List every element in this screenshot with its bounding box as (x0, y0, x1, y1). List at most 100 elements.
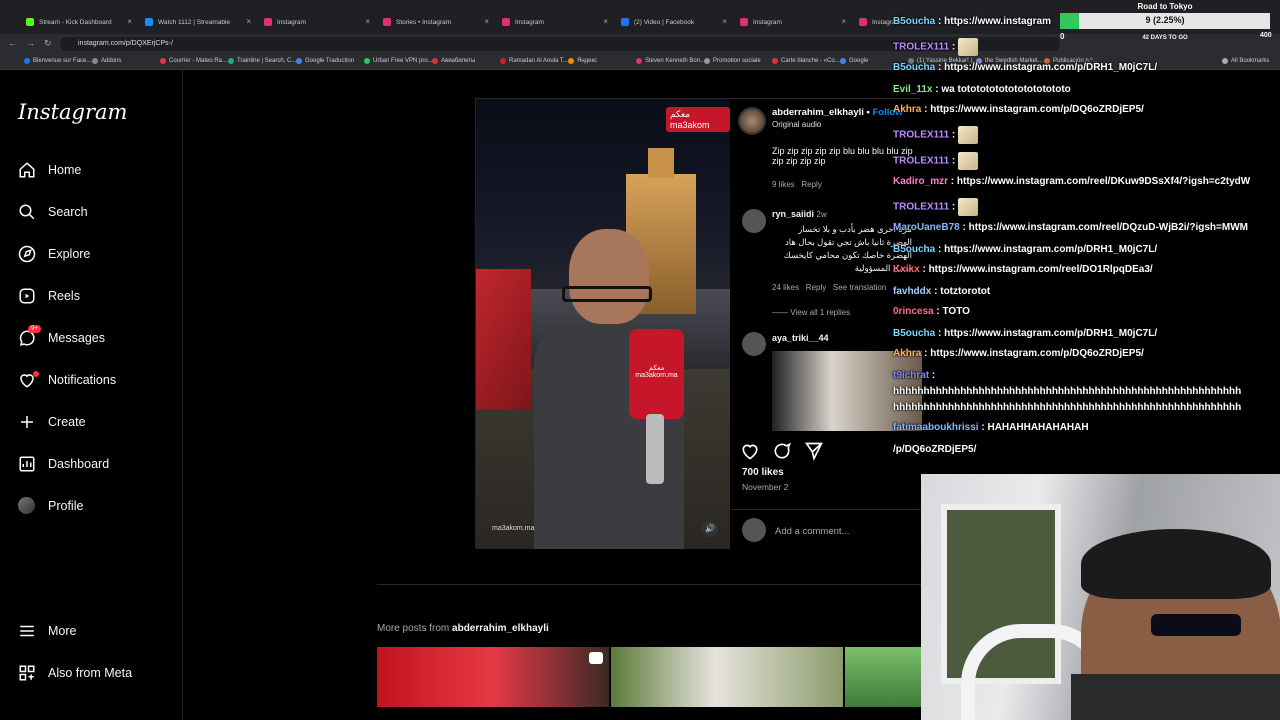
video-channel-logo: معكم ma3akom (666, 107, 730, 132)
chat-message: t9ichrat : (893, 370, 935, 381)
comment-likes[interactable]: 9 likes (772, 180, 795, 189)
chat-username[interactable]: B5oucha (893, 62, 935, 73)
chat-username[interactable]: Kadiro_mzr (893, 176, 948, 187)
back-icon[interactable]: ← (8, 38, 17, 48)
streamer-hair (1081, 529, 1271, 599)
chat-username[interactable]: fatimaaboukhrissi (893, 422, 979, 433)
chat-username[interactable]: TROLEX111 (893, 156, 949, 167)
nav-item-profile[interactable]: Profile (18, 494, 83, 518)
more-post-thumbnail[interactable] (377, 647, 609, 707)
browser-tab[interactable]: (2) Video | Facebook × (615, 14, 727, 30)
nav-item-dashboard[interactable]: Dashboard (18, 452, 109, 476)
chat-message: /p/DQ6oZRDjEP5/ (893, 444, 976, 455)
tab-close-icon[interactable]: × (484, 17, 489, 26)
bookmark-item[interactable]: Steven Kenneth Bon... (636, 58, 705, 64)
chat-username[interactable]: TROLEX111 (893, 42, 949, 53)
bookmark-item[interactable]: Bienvenue sur Face... (24, 58, 91, 64)
chat-username[interactable]: 0rincesa (893, 306, 934, 317)
bookmark-item[interactable]: Addons (92, 58, 121, 64)
browser-tab[interactable]: Stories • Instagram × (377, 14, 489, 30)
browser-tab[interactable]: Instagram × (734, 14, 846, 30)
tab-favicon-icon (740, 18, 748, 26)
comment-likes[interactable]: 24 likes (772, 283, 799, 292)
chat-message: Akhra : https://www.instagram.com/p/DQ6o… (893, 104, 1144, 115)
chat-username[interactable]: B5oucha (893, 244, 935, 255)
view-replies-link[interactable]: —— View all 1 replies (772, 308, 850, 317)
chat-username[interactable]: Evil_11x (893, 84, 932, 95)
nav-item-more[interactable]: More (18, 619, 76, 643)
chat-username[interactable]: MaroUaneB78 (893, 222, 960, 233)
chat-username[interactable]: B5oucha (893, 16, 935, 27)
bookmark-item[interactable]: Trainline | Search, C... (228, 58, 296, 64)
see-translation-link[interactable]: See translation (833, 283, 886, 292)
chat-username[interactable]: B5oucha (893, 328, 935, 339)
post-video[interactable]: معكم ma3akom.ma معكم ma3akom ma3akom.ma … (476, 99, 730, 549)
chat-username[interactable]: TROLEX111 (893, 130, 949, 141)
screen: { "browser": { "tabs": [ {"label": "Stre… (0, 0, 1280, 720)
tab-close-icon[interactable]: × (603, 17, 608, 26)
commenter-avatar[interactable] (742, 209, 766, 233)
bookmark-item[interactable]: Urban Free VPN pro... (364, 58, 433, 64)
forward-icon[interactable]: → (26, 38, 35, 48)
chat-username[interactable]: favhddx (893, 286, 931, 297)
tab-close-icon[interactable]: × (722, 17, 727, 26)
nav-label: Home (48, 163, 82, 177)
nav-item-messages[interactable]: 9+ Messages (18, 325, 105, 350)
reply-button[interactable]: Reply (801, 180, 821, 189)
more-posts-prefix: More posts from (377, 623, 453, 634)
author-username[interactable]: abderrahim_elkhayli (772, 107, 864, 118)
browser-tab[interactable]: Watch 1112 | Streamable × (139, 14, 251, 30)
nav-item-also-from-meta[interactable]: Also from Meta (18, 661, 132, 685)
chat-username[interactable]: Kxikx (893, 264, 920, 275)
bookmark-item[interactable]: Яндекс (568, 58, 597, 64)
chat-username[interactable]: TROLEX111 (893, 202, 949, 213)
tab-close-icon[interactable]: × (127, 17, 132, 26)
chat-separator: : (935, 62, 945, 73)
commenter-avatar[interactable] (742, 332, 766, 356)
nav-item-home[interactable]: Home (18, 158, 81, 182)
tab-close-icon[interactable]: × (841, 17, 846, 26)
author-avatar[interactable] (738, 107, 766, 135)
bookmark-item[interactable]: Google Traduction (296, 58, 354, 64)
chat-username[interactable]: Akhra (893, 104, 921, 115)
like-heart-icon[interactable] (740, 441, 760, 461)
chat-username[interactable]: t9ichrat (893, 370, 929, 381)
bookmark-item[interactable]: Google (840, 58, 868, 64)
browser-tab[interactable]: Stream - Kick Dashboard × (20, 14, 132, 30)
chat-separator: : (949, 201, 959, 213)
tab-close-icon[interactable]: × (246, 17, 251, 26)
browser-tab[interactable]: Instagram × (258, 14, 370, 30)
bookmark-label: Steven Kenneth Bon... (645, 58, 706, 64)
reload-icon[interactable]: ↻ (44, 38, 52, 49)
commenter-username[interactable]: aya_triki__44 (772, 333, 829, 343)
comment-icon[interactable] (772, 441, 792, 461)
nav-item-search[interactable]: Search (18, 200, 88, 224)
plus-icon (18, 413, 36, 431)
add-comment-input[interactable]: Add a comment... (775, 526, 849, 537)
tab-close-icon[interactable]: × (365, 17, 370, 26)
interviewee: معكم ma3akom.ma (534, 229, 684, 549)
bookmark-item[interactable]: Carte blanche - «Co... (772, 58, 840, 64)
more-post-thumbnail[interactable] (845, 647, 921, 707)
chat-username[interactable]: Akhra (893, 348, 921, 359)
browser-tab[interactable]: Instagram × (496, 14, 608, 30)
instagram-logo[interactable]: Instagram (18, 100, 127, 124)
tab-favicon-icon (859, 18, 867, 26)
like-count[interactable]: 700 likes (742, 467, 784, 478)
more-posts-username[interactable]: abderrahim_elkhayli (452, 623, 549, 634)
nav-item-explore[interactable]: Explore (18, 242, 90, 266)
share-icon[interactable] (804, 441, 824, 461)
more-post-thumbnail[interactable] (611, 647, 843, 707)
chat-text: /p/DQ6oZRDjEP5/ (893, 444, 977, 455)
bookmark-item[interactable]: Promotion sociale (704, 58, 761, 64)
bookmark-item[interactable]: Авиабилеты (432, 58, 475, 64)
bookmark-item[interactable]: Courrier - Mateo Ra... (160, 58, 227, 64)
bookmark-item[interactable]: Ramadan Al Aoula T... (500, 58, 568, 64)
audio-label[interactable]: Original audio (772, 120, 903, 129)
nav-item-notifications[interactable]: Notifications (18, 368, 116, 392)
reply-button[interactable]: Reply (806, 283, 826, 292)
nav-item-create[interactable]: Create (18, 410, 86, 434)
commenter-username[interactable]: ryn_saiidi (772, 209, 814, 219)
nav-item-reels[interactable]: Reels (18, 284, 80, 308)
mute-toggle-icon[interactable]: 🔊 (702, 521, 718, 537)
